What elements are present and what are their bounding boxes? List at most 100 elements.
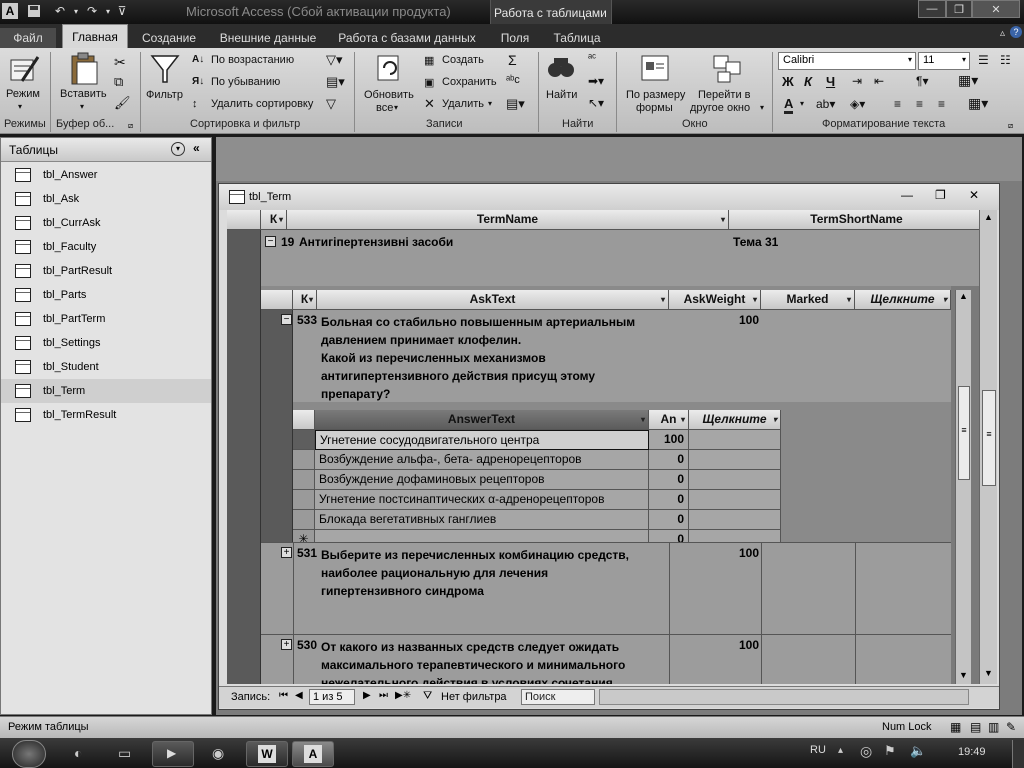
answer-text-cell[interactable]: Блокада вегетативных ганглиев (315, 510, 649, 530)
paste-dropdown-icon[interactable]: ▾ (80, 102, 84, 111)
fill-color-icon[interactable]: ◈▾ (850, 97, 865, 111)
column-dropdown-icon[interactable]: ▾ (641, 415, 645, 424)
font-size-dropdown-icon[interactable]: ▾ (962, 55, 966, 64)
last-record-icon[interactable]: ⏭ (379, 690, 388, 701)
align-left-icon[interactable]: ≡ (894, 97, 901, 111)
scroll-down-icon[interactable]: ▼ (959, 670, 968, 680)
inner-vertical-scrollbar[interactable]: ▲ ≡ ▼ (955, 290, 971, 684)
show-hidden-icons[interactable]: ▴ (838, 745, 843, 756)
ask-record-selector[interactable] (261, 310, 293, 542)
ask-weight[interactable]: 100 (739, 638, 759, 652)
click-to-add-header[interactable]: Щелкните ▾ (855, 290, 951, 310)
alternate-row-color-icon[interactable]: ▦▾ (968, 95, 988, 112)
answer-text-cell[interactable]: Возбуждение дофаминовых рецепторов (315, 470, 649, 490)
nav-item-tbl-parts[interactable]: tbl_Parts (1, 283, 211, 307)
delete-record-button[interactable]: Удалить (442, 98, 484, 110)
paste-icon[interactable] (68, 52, 100, 86)
column-dropdown-icon[interactable]: ▾ (661, 295, 665, 304)
answer-value-cell[interactable]: 0 (649, 450, 689, 470)
answer-text-cell[interactable]: Угнетение постсинаптических α-адренореце… (315, 490, 649, 510)
term-row[interactable]: − 19 Антигіпертензивні засоби Тема 31 (261, 230, 985, 286)
collapse-ribbon-icon[interactable]: ▵ (1000, 28, 1005, 39)
answer-value-cell[interactable]: 0 (649, 510, 689, 530)
explorer-taskbar-icon[interactable]: ▭ (118, 745, 131, 762)
record-selector-column[interactable] (227, 230, 261, 684)
goto-icon[interactable]: ➡▾ (588, 74, 604, 88)
datasheet-view-icon[interactable]: ▦ (950, 720, 961, 734)
toggle-filter-icon[interactable]: ▽ (326, 96, 336, 112)
numbering-icon[interactable]: ☷ (1000, 53, 1011, 67)
answer-record-selector[interactable] (293, 510, 315, 530)
answer-text-cell[interactable]: Возбуждение альфа-, бета- адренорецептор… (315, 450, 649, 470)
highlight-icon[interactable]: ab▾ (816, 97, 835, 111)
gridlines-icon[interactable]: ▦▾ (958, 72, 978, 89)
switch-windows-button-line2[interactable]: другое окно (690, 102, 750, 114)
tab-database-tools[interactable]: Работа с базами данных (334, 28, 480, 48)
word-taskbar-button[interactable]: W (246, 741, 288, 767)
answer-click-cell[interactable] (689, 490, 781, 510)
column-dropdown-icon[interactable]: ▾ (309, 295, 313, 304)
font-name-dropdown-icon[interactable]: ▾ (908, 55, 912, 64)
termshortname-header[interactable]: TermShortName (729, 210, 985, 230)
nav-item-tbl-settings[interactable]: tbl_Settings (1, 331, 211, 355)
nav-pane-menu-icon[interactable]: ▾ (171, 142, 185, 156)
ask-text[interactable]: Выберите из перечисленных комбинацию сре… (321, 546, 629, 600)
nav-pane-header[interactable]: Таблицы ▾ « (1, 138, 211, 162)
horizontal-scrollbar[interactable] (599, 689, 969, 705)
indent-decrease-icon[interactable]: ⇤ (874, 74, 884, 88)
new-record-button[interactable]: Создать (442, 54, 484, 66)
font-name-select[interactable]: Calibri ▾ (778, 52, 916, 70)
filter-icon[interactable] (150, 54, 180, 86)
expand-icon[interactable]: + (281, 547, 292, 558)
delete-dropdown-icon[interactable]: ▾ (488, 99, 492, 108)
maximize-button[interactable]: ❐ (946, 0, 972, 18)
ask-key-header[interactable]: К ▾ (293, 290, 317, 310)
view-icon[interactable] (8, 54, 40, 86)
column-dropdown-icon[interactable]: ▾ (753, 295, 757, 304)
save-record-button[interactable]: Сохранить (442, 76, 497, 88)
bullets-icon[interactable]: ☰ (978, 53, 989, 67)
marked-header[interactable]: Marked ▾ (761, 290, 855, 310)
nav-item-tbl-currask[interactable]: tbl_CurrAsk (1, 211, 211, 235)
expand-icon[interactable]: + (281, 639, 292, 650)
nav-item-tbl-term[interactable]: tbl_Term (1, 379, 211, 403)
search-input[interactable]: Поиск (521, 689, 595, 705)
replace-icon[interactable]: ᵃᶜ (588, 52, 596, 64)
font-color-dropdown-icon[interactable]: ▾ (800, 99, 804, 108)
fit-to-form-button[interactable]: По размеру (626, 89, 685, 101)
view-dropdown-icon[interactable]: ▾ (18, 102, 22, 111)
answer-value-cell[interactable]: 0 (649, 490, 689, 510)
font-size-select[interactable]: 11 ▾ (918, 52, 970, 70)
ask-row[interactable]: − 533 Больная со стабильно повышенным ар… (281, 310, 951, 402)
sort-descending-button[interactable]: По убыванию (211, 76, 280, 88)
select-icon[interactable]: ↖▾ (588, 96, 604, 110)
fit-to-form-button-line2[interactable]: формы (636, 102, 673, 114)
tab-home[interactable]: Главная (62, 24, 128, 48)
view-button[interactable]: Режим (6, 88, 40, 100)
close-button[interactable]: ✕ (972, 0, 1020, 18)
ask-id[interactable]: 531 (297, 546, 317, 560)
spelling-icon[interactable]: ᵃᵇc (506, 74, 520, 86)
answer-record-selector[interactable] (293, 430, 315, 450)
answertext-header[interactable]: AnswerText ▾ (315, 410, 649, 430)
design-view-icon[interactable]: ✎ (1006, 720, 1016, 734)
switch-windows-dropdown-icon[interactable]: ▾ (760, 103, 764, 112)
remove-sort-button[interactable]: Удалить сортировку (211, 98, 313, 110)
selection-filter-icon[interactable]: ▽▾ (326, 52, 343, 68)
advanced-filter-icon[interactable]: ▤▾ (326, 74, 345, 90)
align-right-icon[interactable]: ≡ (938, 97, 945, 111)
asktext-header[interactable]: AskText ▾ (317, 290, 669, 310)
webcam-taskbar-icon[interactable]: ◉ (212, 745, 224, 762)
more-records-icon[interactable]: ▤▾ (506, 96, 525, 112)
access-taskbar-button[interactable]: A (292, 741, 334, 767)
browser-taskbar-icon[interactable]: ◐ (74, 745, 82, 761)
save-record-icon[interactable]: ▣ (424, 76, 434, 89)
doc-minimize-button[interactable]: — (901, 188, 913, 202)
collapse-icon[interactable]: − (281, 314, 292, 325)
column-dropdown-icon[interactable]: ▾ (721, 215, 725, 224)
find-icon[interactable] (546, 54, 576, 82)
inner-scroll-thumb[interactable]: ≡ (958, 386, 970, 480)
switch-windows-button[interactable]: Перейти в (698, 89, 751, 101)
refresh-dropdown-icon[interactable]: ▾ (394, 103, 398, 112)
switch-windows-icon[interactable] (712, 54, 742, 84)
